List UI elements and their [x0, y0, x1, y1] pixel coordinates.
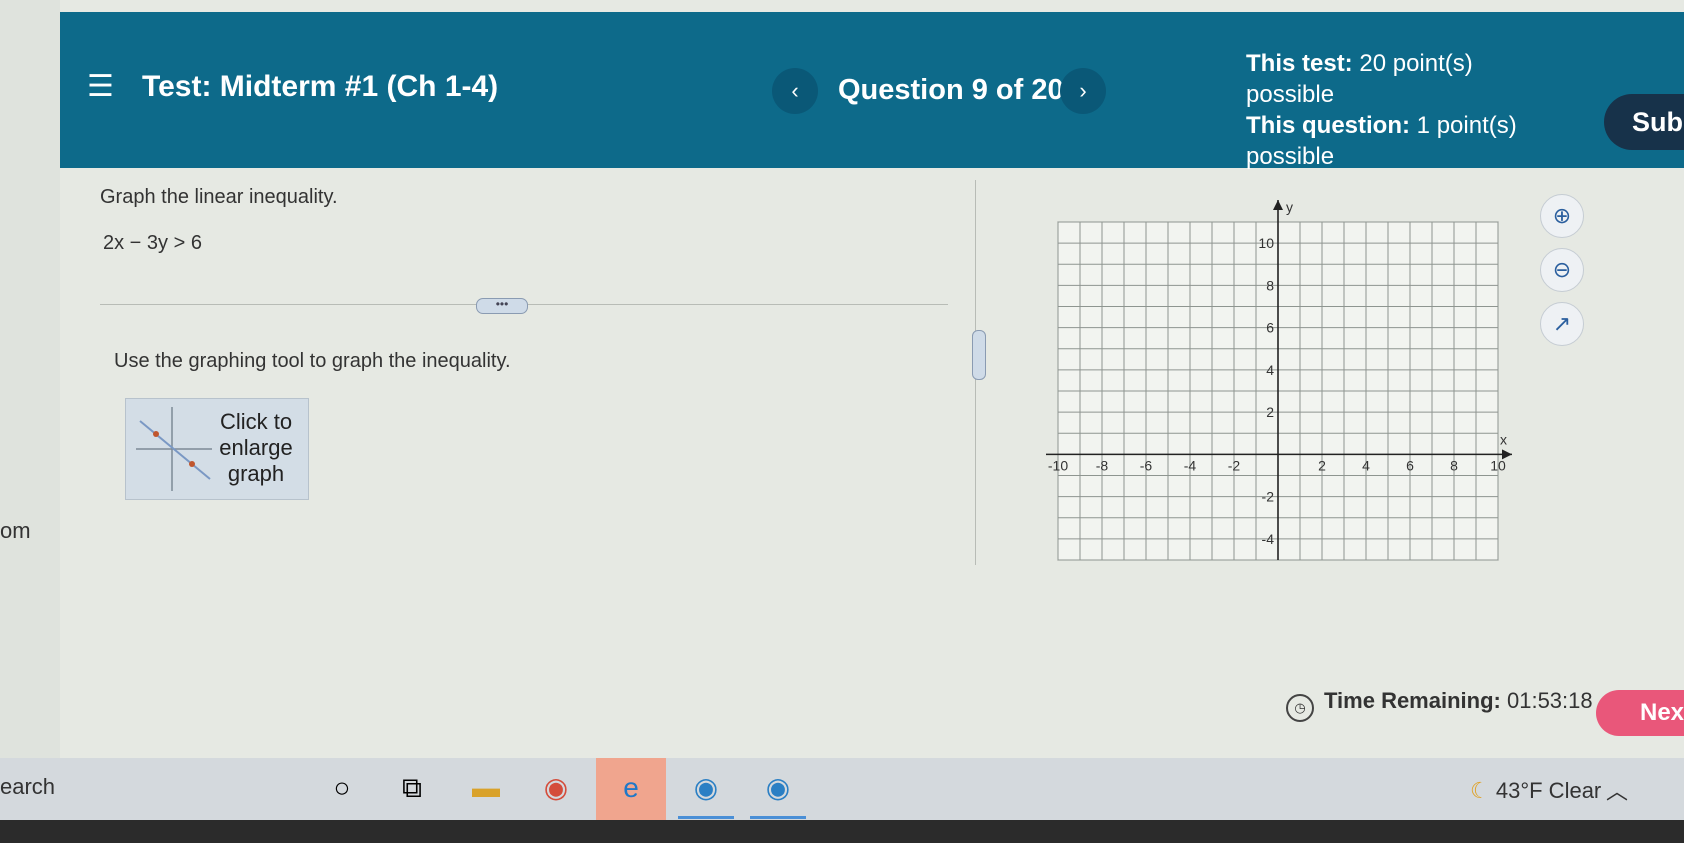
app-running-indicator	[678, 816, 734, 819]
y-tick-label: 2	[1266, 404, 1274, 420]
timer-label: Time Remaining:	[1324, 688, 1501, 713]
question-counter: Question 9 of 20	[838, 74, 1064, 106]
y-tick-label: 10	[1258, 235, 1274, 251]
y-tick-label: 6	[1266, 320, 1274, 336]
chrome-user-icon[interactable]: ◉	[758, 768, 798, 808]
weather-moon-icon: ☾	[1470, 778, 1490, 803]
x-tick-label: 2	[1318, 457, 1326, 473]
coordinate-graph[interactable]: -10 -8 -6 -4 -2 2 4 6 8 10 -4 -2 2 4 6 8 10 x y	[1038, 192, 1518, 572]
app-running-indicator	[750, 816, 806, 819]
x-tick-label: -8	[1096, 457, 1109, 473]
chrome-icon[interactable]: ◉	[536, 768, 576, 808]
chrome-profile-icon[interactable]: ◉	[686, 768, 726, 808]
task-view-icon[interactable]: ⧉	[392, 768, 432, 808]
left-window-strip	[0, 0, 60, 760]
graph-thumbnail-icon	[136, 407, 212, 491]
timer-value: 01:53:18	[1506, 688, 1593, 713]
taskbar-search[interactable]: earch	[0, 774, 55, 800]
zoom-in-icon[interactable]: ⊕	[1540, 194, 1584, 238]
x-tick-label: 6	[1406, 457, 1414, 473]
menu-icon[interactable]: ☰	[87, 72, 114, 102]
zoom-out-icon[interactable]: ⊖	[1540, 248, 1584, 292]
monitor-bezel	[0, 820, 1684, 843]
panel-splitter-handle[interactable]	[972, 330, 986, 380]
weather-widget[interactable]: ☾ 43°F Clear	[1470, 778, 1601, 804]
x-tick-label: 10	[1490, 457, 1506, 473]
x-tick-label: -4	[1184, 457, 1197, 473]
enlarge-graph-button[interactable]: Click to enlarge graph	[125, 398, 309, 500]
y-tick-label: -4	[1262, 531, 1275, 547]
taskbar: earch ○ ⧉ ▬ ◉ e ◉ ◉ ☾ 43°F Clear ︿	[0, 758, 1684, 820]
submit-test-button[interactable]: Sub	[1604, 94, 1684, 150]
question-prompt: Graph the linear inequality.	[100, 186, 338, 208]
next-button[interactable]: Nex	[1596, 690, 1684, 736]
file-explorer-icon[interactable]: ▬	[466, 768, 506, 808]
external-link-icon[interactable]: ↗	[1540, 302, 1584, 346]
edge-browser-icon[interactable]: e	[611, 768, 651, 808]
edge-label: om	[0, 518, 31, 543]
question-points-label: This question:	[1246, 112, 1410, 139]
previous-question-button[interactable]: ‹	[772, 68, 818, 114]
x-tick-label: -10	[1048, 457, 1068, 473]
x-tick-label: -2	[1228, 457, 1241, 473]
y-tick-label: 8	[1266, 277, 1274, 293]
clock-icon: ◷	[1286, 694, 1314, 722]
divider-handle[interactable]: •••	[476, 298, 528, 314]
x-tick-label: 8	[1450, 457, 1458, 473]
x-tick-label: -6	[1140, 457, 1153, 473]
y-tick-label: 4	[1266, 362, 1274, 378]
points-info: This test: 20 point(s) possible This que…	[1246, 48, 1566, 172]
weather-text: 43°F Clear	[1495, 778, 1602, 803]
inequality-expression: 2x − 3y > 6	[103, 232, 202, 254]
y-tick-label: -2	[1262, 489, 1275, 505]
enlarge-graph-label: Click to enlarge graph	[219, 409, 293, 486]
chevron-left-icon: ‹	[791, 78, 799, 103]
system-tray[interactable]: ︿	[1606, 774, 1628, 806]
x-tick-label: 4	[1362, 457, 1370, 473]
y-axis-label: y	[1286, 199, 1293, 215]
chevron-right-icon: ›	[1079, 78, 1087, 103]
x-axis-label: x	[1500, 431, 1507, 447]
next-question-arrow-button[interactable]: ›	[1060, 68, 1106, 114]
test-title: Test: Midterm #1 (Ch 1-4)	[142, 70, 499, 103]
chevron-up-icon[interactable]: ︿	[1606, 779, 1628, 804]
y-axis-arrow	[1273, 200, 1283, 210]
instruction-text: Use the graphing tool to graph the inequ…	[114, 350, 511, 372]
test-points-label: This test:	[1246, 50, 1353, 77]
time-remaining: ◷ Time Remaining: 01:53:18	[1286, 688, 1593, 722]
cortana-icon[interactable]: ○	[322, 768, 362, 808]
test-header: ☰ Test: Midterm #1 (Ch 1-4) ‹ Question 9…	[60, 12, 1684, 170]
